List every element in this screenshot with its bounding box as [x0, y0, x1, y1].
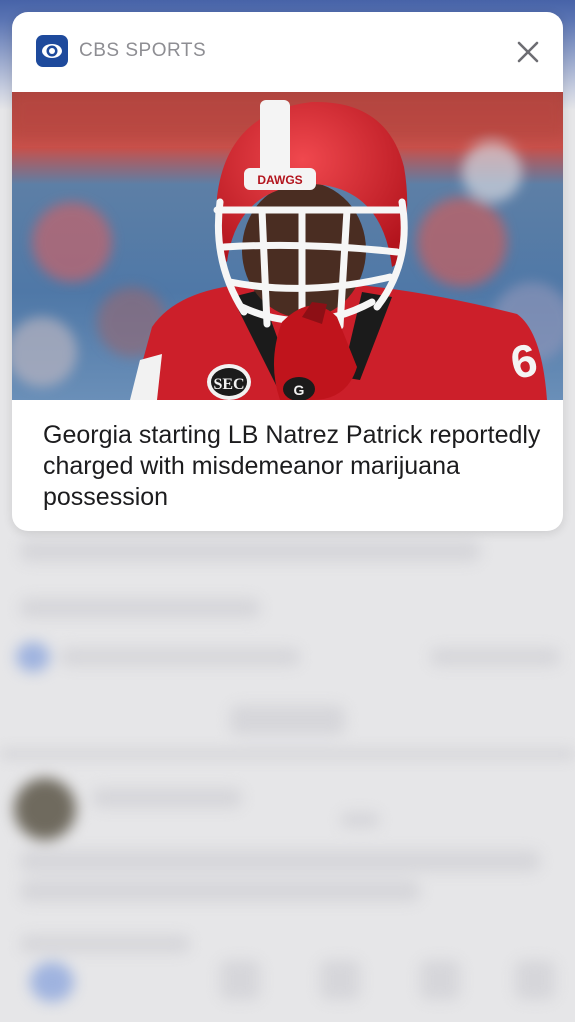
notification-card[interactable]: CBS SPORTS DAWGS SEC G 6 Georgia startin… [12, 12, 563, 531]
notification-headline[interactable]: Georgia starting LB Natrez Patrick repor… [43, 420, 543, 513]
sec-logo-text: SEC [213, 376, 244, 393]
close-icon[interactable] [515, 39, 541, 65]
app-name: CBS SPORTS [79, 40, 207, 61]
helmet-text: DAWGS [257, 173, 302, 187]
cbs-eye-icon [36, 35, 68, 67]
notification-header: CBS SPORTS [12, 12, 563, 92]
svg-text:G: G [294, 382, 305, 398]
news-photo[interactable]: DAWGS SEC G 6 [12, 92, 563, 400]
